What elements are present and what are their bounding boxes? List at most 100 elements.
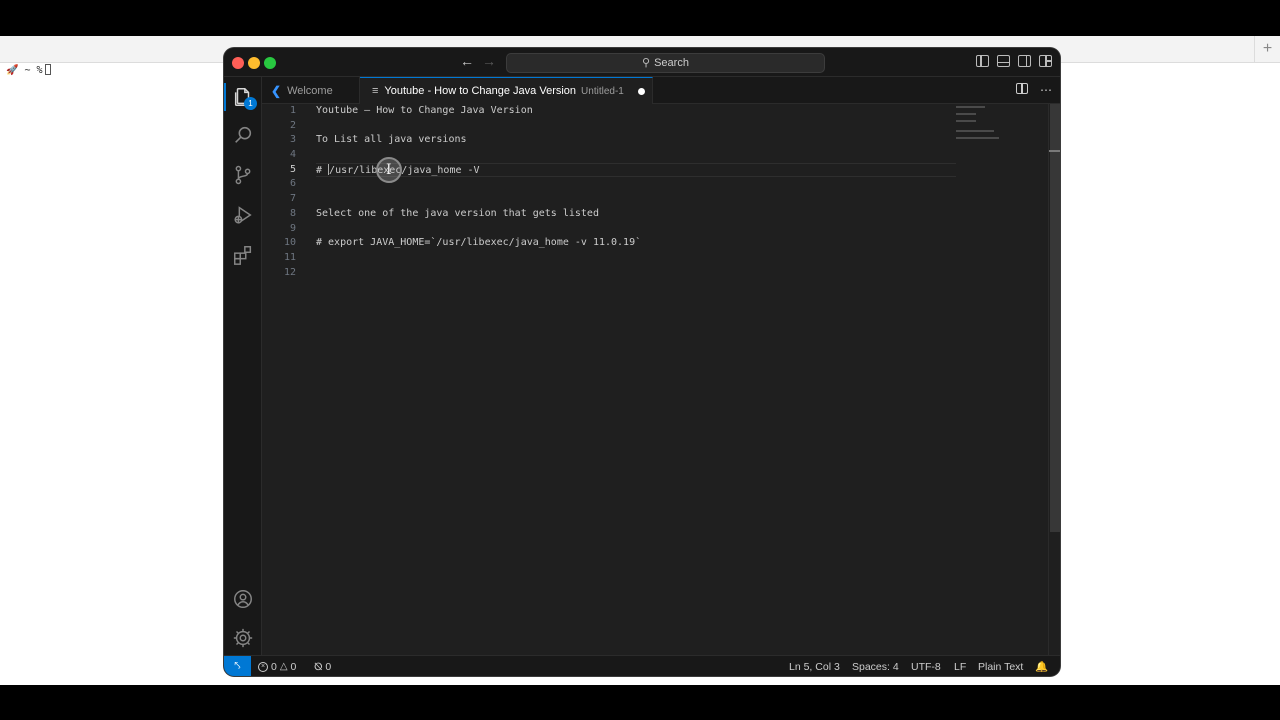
more-actions-icon[interactable]: ⋯ [1040,83,1052,97]
command-center-search[interactable]: ⚲ Search [506,53,825,73]
tab-active-description: Untitled-1 [581,85,624,97]
vscode-logo-icon: ❮ [271,83,282,98]
code-line-text: To List all java versions [316,134,467,146]
editor-area[interactable]: 1 2 3 4 5 6 7 8 9 10 11 12 Youtube — How to Change … [262,104,1060,655]
toggle-panel-icon[interactable] [997,55,1010,67]
line-number: 2 [289,119,296,131]
vscode-window: ← → ⚲ Search 1 ❮ Welcome ≡ Youtube - How… [224,48,1060,676]
code-line[interactable]: Select one of the java version that gets… [316,207,956,222]
forward-arrow-icon[interactable]: → [482,53,496,69]
code-line[interactable] [316,192,956,207]
tab-welcome[interactable]: ❮ Welcome [262,77,360,104]
line-number: 9 [289,222,296,234]
run-debug-button[interactable] [224,197,262,233]
layout-controls [976,55,1052,67]
code-line[interactable]: # export JAVA_HOME=`/usr/libexec/java_ho… [316,236,956,251]
letterbox-top [0,0,1280,36]
tab-welcome-label: Welcome [287,84,333,97]
indentation-setting[interactable]: Spaces: 4 [852,656,899,676]
ports-count: 0 [325,660,332,673]
split-editor-icon[interactable] [1016,83,1028,94]
line-number: 3 [289,134,296,146]
code-line[interactable]: # /usr/libexec/java_home -V [316,162,956,178]
code-line[interactable] [316,251,956,266]
code-line[interactable] [316,222,956,237]
customize-layout-icon[interactable] [1039,55,1052,67]
line-number: 10 [283,237,296,249]
accounts-button[interactable] [224,581,262,617]
line-number: 4 [289,149,296,161]
ports-indicator[interactable]: ⦰ 0 [314,656,331,676]
code-line[interactable] [316,119,956,134]
editor-tabbar: ❮ Welcome ≡ Youtube - How to Change Java… [262,77,1060,104]
line-number: 5 [289,163,296,175]
search-label: Search [654,57,689,69]
code-line[interactable]: To List all java versions [316,133,956,148]
line-number: 12 [283,266,296,278]
problems-indicator[interactable]: × 0 △ 0 [258,656,296,676]
title-bar: ← → ⚲ Search [224,48,1060,77]
unsaved-dot-icon[interactable] [637,87,645,95]
activity-bar: 1 [224,77,262,655]
explorer-button[interactable]: 1 [224,79,262,115]
source-control-icon [235,165,251,185]
editor-actions: ⋯ [1016,83,1052,97]
mouse-ibeam-cursor [376,157,402,183]
close-window-button[interactable] [232,57,244,69]
language-mode[interactable]: Plain Text [978,656,1023,676]
error-count: 0 [271,660,277,673]
search-view-button[interactable] [224,117,262,153]
cursor-position[interactable]: Ln 5, Col 3 [789,656,840,676]
status-bar: ⤣ × 0 △ 0 ⦰ 0 Ln 5, Col 3 Spaces: 4 UTF-… [224,655,1060,676]
code-line[interactable]: Youtube — How to Change Java Version [316,104,956,119]
warning-count: 0 [290,660,297,673]
line-number: 11 [283,251,296,263]
terminal-prompt[interactable]: 🚀 ~ % [6,64,51,76]
scrollbar-thumb[interactable] [1050,104,1060,532]
line-number: 6 [289,178,296,190]
gear-icon [233,628,253,648]
eol-setting[interactable]: LF [954,656,966,676]
line-number: 7 [289,193,296,205]
broadcast-icon: ⦰ [314,660,323,673]
toggle-primary-sidebar-icon[interactable] [976,55,989,67]
toggle-secondary-sidebar-icon[interactable] [1018,55,1031,67]
zoom-window-button[interactable] [264,57,276,69]
code-line-prefix: # [316,164,329,176]
cursor-line-marker [1049,150,1060,152]
encoding-setting[interactable]: UTF-8 [911,656,941,676]
code-line-text: Youtube — How to Change Java Version [316,105,533,116]
source-control-button[interactable] [224,157,262,193]
code-line-text: /usr/libexec/java_home -V [329,164,480,176]
notifications-bell-icon[interactable]: 🔔 [1035,656,1048,676]
terminal-cursor [44,64,51,75]
minimap-line [956,119,976,122]
line-number-gutter: 1 2 3 4 5 6 7 8 9 10 11 12 [262,104,302,280]
minimap[interactable] [956,104,1046,144]
manage-button[interactable] [224,620,262,656]
code-line-text: Select one of the java version that gets… [316,207,599,219]
minimize-window-button[interactable] [248,57,260,69]
error-icon: × [258,661,268,672]
tab-untitled-1[interactable]: ≡ Youtube - How to Change Java Version U… [360,77,653,104]
code-line-text: # export JAVA_HOME=`/usr/libexec/java_ho… [316,237,642,249]
editor-scrollbar[interactable] [1048,104,1060,655]
search-icon [235,126,252,143]
back-arrow-icon[interactable]: ← [460,53,474,69]
run-debug-icon [234,206,252,224]
minimap-line [956,130,994,132]
tab-active-label: Youtube - How to Change Java Version [384,85,577,97]
code-line[interactable] [316,177,956,192]
explorer-badge: 1 [244,97,257,110]
remote-indicator-icon[interactable]: ⤣ [224,656,251,676]
warning-icon: △ [279,660,288,672]
extensions-button[interactable] [224,237,262,273]
code-lines[interactable]: Youtube — How to Change Java Version To L… [316,104,956,280]
new-tab-button[interactable]: + [1254,36,1280,63]
minimap-line [956,112,976,115]
extensions-icon [234,246,252,265]
code-line[interactable] [316,148,956,163]
search-icon: ⚲ [642,57,651,69]
terminal-prompt-text: 🚀 ~ % [6,65,43,76]
code-line[interactable] [316,266,956,281]
